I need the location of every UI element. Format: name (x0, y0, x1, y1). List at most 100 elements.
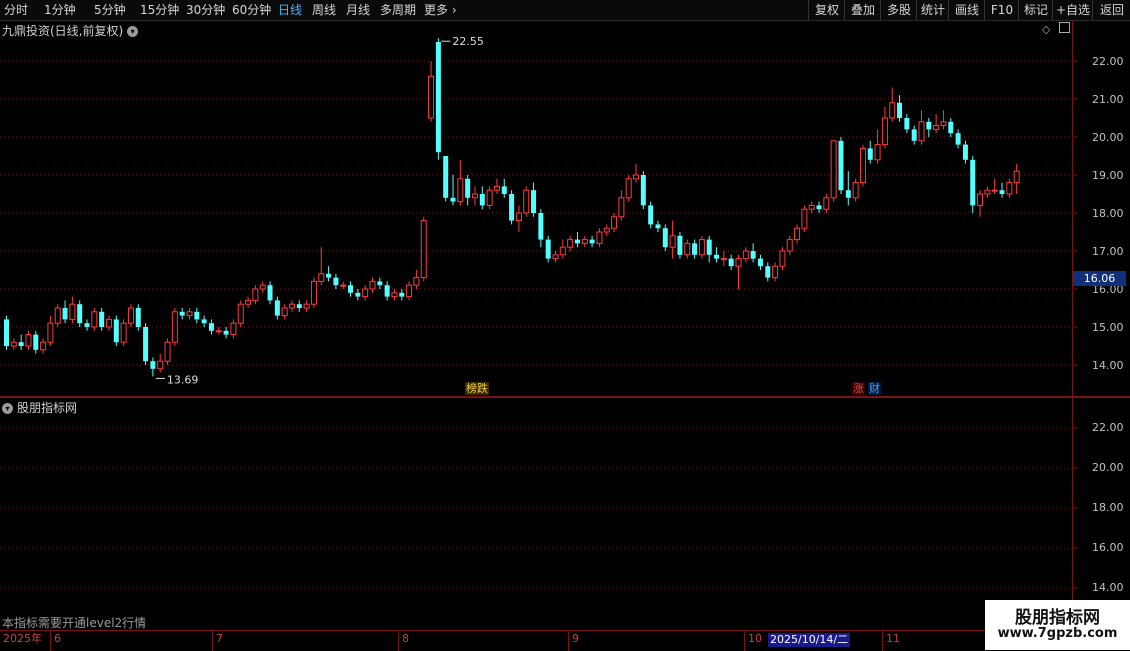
price-label: 17.00 (1092, 245, 1124, 258)
month-label: 8 (398, 631, 409, 651)
main-panel-title[interactable]: 九鼎投资(日线,前复权) ▾ (2, 22, 139, 39)
candle-body (179, 311, 185, 316)
candle-body (201, 319, 207, 324)
candle-body (669, 235, 676, 248)
candle-body (413, 277, 420, 286)
date-axis: 2025年 6 7 8 9 10 11 2025/10/14/二 (0, 630, 985, 651)
candle-body (69, 303, 76, 320)
candle-body (991, 189, 998, 192)
panel-toggle-icon[interactable] (1059, 22, 1070, 33)
candle-body (237, 303, 244, 324)
candle-body (662, 228, 668, 248)
candle-body (194, 311, 200, 320)
candle-body (698, 239, 705, 256)
candle-body (999, 190, 1005, 194)
sub-grid (0, 427, 1078, 589)
candle-body (714, 254, 720, 259)
candle-body (493, 185, 500, 191)
candle-body (340, 284, 347, 287)
candle-body (230, 322, 237, 336)
candle-body (926, 121, 932, 130)
candle-body (728, 258, 734, 267)
indicator-name-label: 股朋指标网 (17, 401, 78, 415)
level2-notice: 本指标需要开通level2行情 (2, 616, 147, 630)
candle-body (559, 246, 566, 256)
candle-body (940, 121, 947, 127)
candle-body (406, 284, 413, 298)
sub-price-label: 22.00 (1092, 421, 1124, 434)
candle-body (515, 212, 522, 222)
candle-body (742, 250, 749, 260)
candle-body (157, 360, 164, 370)
candle-body (889, 102, 896, 119)
kline-chart[interactable]: 22.55 13.69 (0, 0, 1130, 650)
candle-body (962, 144, 968, 160)
candle-body (933, 125, 940, 130)
ranking-badge[interactable]: 榜跌 (465, 382, 489, 395)
chevron-down-icon[interactable]: ▾ (127, 26, 139, 37)
candle-body (310, 280, 317, 305)
candle-body (948, 121, 954, 134)
chevron-down-icon[interactable]: ▾ (2, 403, 13, 414)
candle-body (838, 140, 844, 191)
candle-body (135, 308, 141, 327)
candle-body (692, 243, 698, 255)
candle-body (816, 205, 822, 210)
low-marker-label: 13.69 (167, 373, 199, 386)
limit-up-badge[interactable]: 涨 (852, 382, 865, 395)
candle-body (574, 239, 580, 244)
month-label: 10 (744, 631, 762, 651)
candle-body (296, 304, 302, 308)
candle-body (186, 311, 193, 317)
candle-body (567, 239, 574, 248)
candle-body (1006, 182, 1013, 195)
candle-body (25, 334, 32, 347)
candle-body (99, 311, 105, 327)
candle-body (428, 75, 435, 119)
candle-body (471, 193, 478, 199)
candle-body (267, 285, 273, 301)
candle-body (113, 319, 119, 343)
candle-body (420, 220, 427, 279)
current-price-tag: 16.06 (1073, 271, 1126, 286)
candle-body (750, 251, 756, 259)
candle-body (596, 231, 603, 244)
sub-price-label: 14.00 (1092, 581, 1124, 594)
candle-body (852, 182, 859, 199)
candle-body (977, 193, 984, 206)
extreme-markers: 22.55 13.69 (155, 35, 484, 386)
candle-body (223, 330, 229, 335)
candle-body (33, 334, 39, 350)
candle-body (523, 189, 530, 214)
panel-divider[interactable] (0, 396, 1130, 398)
candle-body (377, 281, 383, 286)
candle-body (384, 285, 390, 297)
candle-body (772, 265, 779, 279)
candle-body (143, 327, 149, 362)
candle-body (603, 227, 610, 233)
candle-body (779, 250, 786, 267)
finance-badge[interactable]: 财 (868, 382, 881, 395)
sub-panel-title[interactable]: ▾ 股朋指标网 (2, 399, 77, 416)
candle-body (859, 147, 866, 184)
candle-body (501, 186, 507, 194)
candle-body (326, 273, 332, 278)
candle-body (1013, 170, 1020, 184)
price-label: 15.00 (1092, 321, 1124, 334)
candle-body (581, 239, 588, 244)
candle-body (150, 361, 156, 369)
candle-body (677, 235, 683, 255)
candle-body (259, 284, 266, 290)
candle-body (281, 307, 288, 317)
price-label: 14.00 (1092, 359, 1124, 372)
candle-body (881, 117, 888, 146)
candle-body (362, 288, 369, 298)
candle-body (47, 322, 54, 343)
watermark-url: www.7gpzb.com (997, 626, 1118, 641)
candle-body (509, 194, 515, 221)
candle-body (450, 197, 456, 202)
diamond-icon[interactable]: ◇ (1042, 23, 1050, 36)
month-label: 6 (50, 631, 61, 651)
candle-body (633, 174, 640, 180)
price-label: 18.00 (1092, 207, 1124, 220)
